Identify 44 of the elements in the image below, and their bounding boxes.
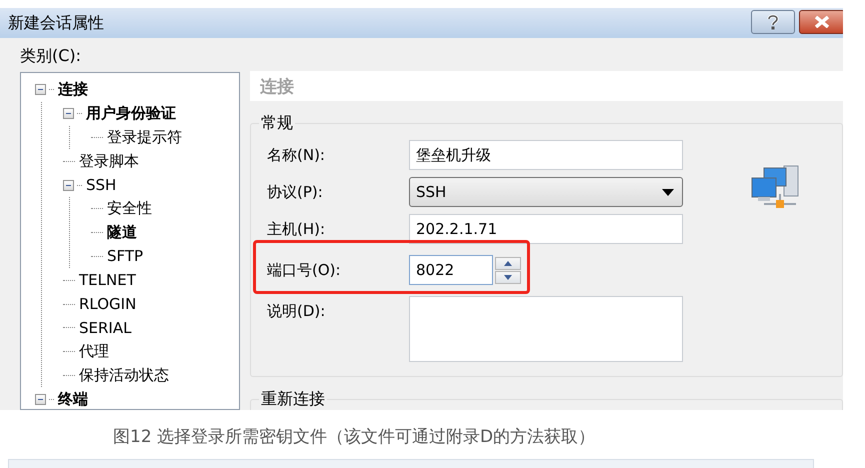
- collapse-icon[interactable]: [63, 108, 74, 120]
- tree-item[interactable]: 连接: [56, 80, 90, 100]
- tree-item[interactable]: 保持活动状态: [77, 366, 171, 385]
- close-icon: [814, 16, 830, 28]
- tree-item[interactable]: 终端: [56, 390, 90, 409]
- field-label: 主机(H):: [267, 219, 326, 240]
- collapse-icon[interactable]: [35, 84, 46, 96]
- field-label: 端口号(O):: [267, 260, 342, 281]
- collapse-icon[interactable]: [35, 394, 46, 405]
- tree-item[interactable]: 登录提示符: [105, 128, 184, 147]
- text-field[interactable]: 堡垒机升级: [409, 140, 683, 170]
- help-icon: [766, 14, 780, 30]
- tree-item[interactable]: 用户身份验证: [84, 104, 178, 124]
- tree-item[interactable]: 代理: [77, 342, 111, 362]
- category-label: 类别(C):: [20, 45, 82, 67]
- tree-item[interactable]: SERIAL: [77, 318, 134, 337]
- tree-item[interactable]: 安全性: [105, 199, 154, 218]
- field-label: 名称(N):: [267, 145, 326, 166]
- tree-item[interactable]: RLOGIN: [77, 295, 138, 314]
- collapse-icon[interactable]: [63, 180, 74, 191]
- tree-item[interactable]: SSH: [84, 176, 118, 194]
- network-computers-icon: [750, 164, 800, 210]
- down-arrow-icon: [504, 274, 512, 280]
- figure-caption: 图12 选择登录所需密钥文件（该文件可通过附录D的方法获取）: [113, 426, 596, 448]
- tree-item[interactable]: 登录脚本: [77, 152, 141, 171]
- category-tree[interactable]: 连接 用户身份验证 登录提示符 登录脚本 SSH 安全性 隧道 SFTP TELNET RLOGIN SERIAL 代理 保持活动状态 终端: [20, 72, 240, 410]
- caret-icon: [662, 188, 674, 196]
- text-field[interactable]: 202.2.1.71: [409, 214, 683, 244]
- dropdown[interactable]: SSH: [409, 177, 683, 207]
- number-field[interactable]: 8022: [409, 255, 493, 285]
- spin-up-button[interactable]: [495, 256, 521, 270]
- up-arrow-icon: [504, 260, 512, 266]
- tree-item[interactable]: TELNET: [77, 271, 138, 290]
- group-label: 常规: [260, 113, 294, 134]
- tree-item[interactable]: SFTP: [105, 247, 146, 266]
- close-button[interactable]: [799, 10, 843, 34]
- spin-down-button[interactable]: [495, 270, 521, 284]
- tree-item[interactable]: 隧道: [105, 223, 139, 242]
- group-label: 重新连接: [260, 389, 326, 410]
- window-title: 新建会话属性: [8, 12, 104, 34]
- section-heading: 连接: [250, 71, 843, 101]
- field-label: 说明(D):: [267, 301, 326, 322]
- help-button[interactable]: [751, 10, 795, 34]
- field-label: 协议(P):: [267, 182, 324, 203]
